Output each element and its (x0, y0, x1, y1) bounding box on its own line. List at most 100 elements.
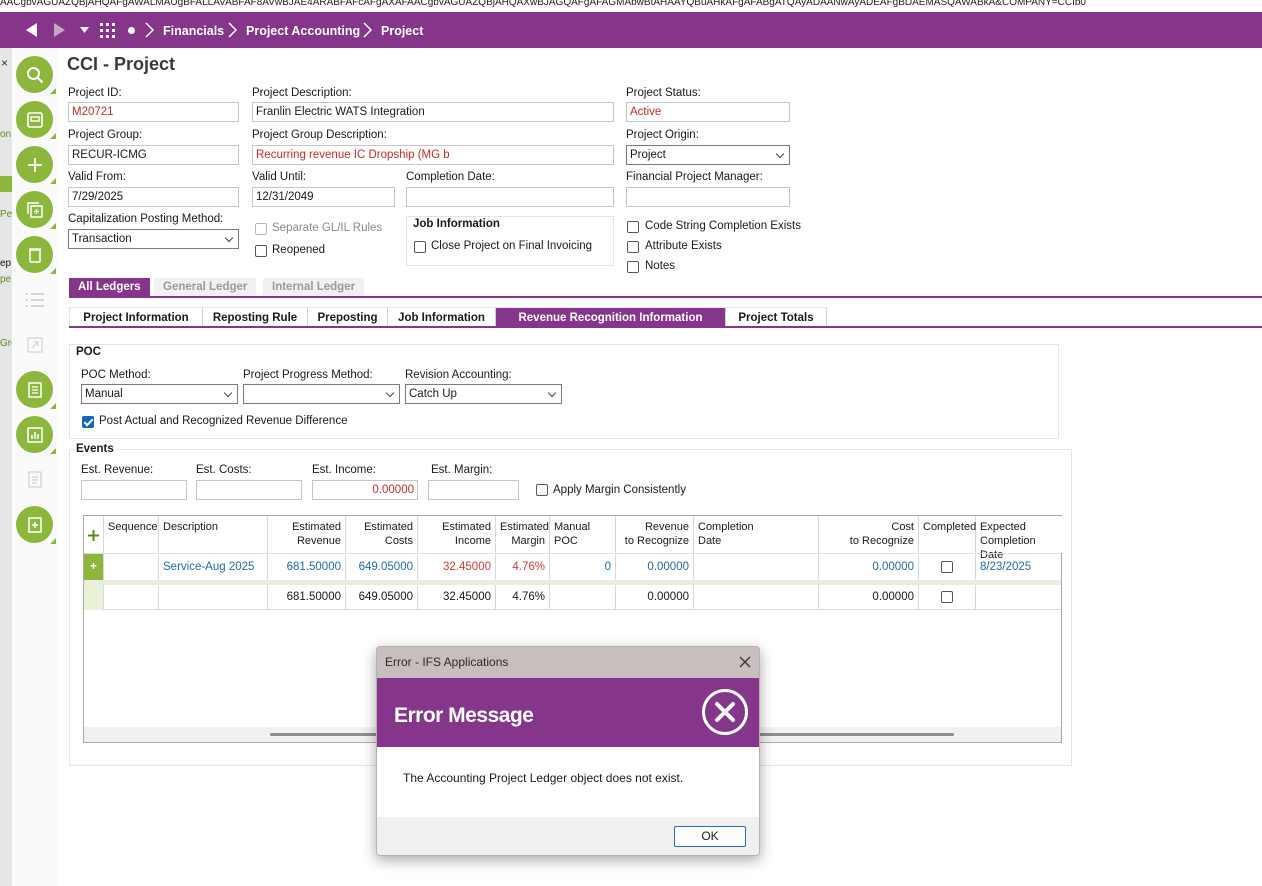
tab-internal-ledger[interactable]: Internal Ledger (263, 278, 365, 297)
list-button[interactable] (22, 287, 48, 313)
cell-completion-date[interactable] (694, 554, 819, 581)
completion-date-field[interactable] (406, 187, 614, 207)
code-string-completion-checkbox[interactable] (627, 221, 639, 233)
total-estimated-margin: 4.76% (496, 585, 550, 610)
close-on-final-invoicing-checkbox[interactable] (414, 241, 426, 253)
search-button[interactable] (16, 56, 56, 94)
new-button[interactable] (16, 146, 56, 184)
edit-document-button[interactable] (16, 506, 56, 544)
total-estimated-costs: 649.05000 (346, 585, 418, 610)
forward-arrow-icon (54, 23, 65, 37)
cell-estimated-costs[interactable]: 649.05000 (346, 554, 418, 581)
history-dropdown-button[interactable] (76, 12, 92, 48)
separate-gl-il-rules-checkbox[interactable] (255, 223, 267, 235)
column-header-completed[interactable]: Completed (919, 516, 976, 553)
notes-checkbox[interactable] (627, 261, 639, 273)
cell-expected-completion-date[interactable]: 8/23/2025 (976, 554, 1062, 581)
valid-until-field[interactable]: 12/31/2049 (252, 187, 395, 207)
document-edit-icon (27, 516, 42, 533)
project-group-description-field[interactable]: Recurring revenue IC Dropship (MG b (252, 145, 614, 165)
table-row[interactable]: + Service-Aug 2025 681.50000 649.05000 3… (84, 553, 1062, 581)
analysis-button[interactable] (16, 416, 56, 454)
est-revenue-field[interactable] (81, 480, 187, 500)
row-status-icon[interactable]: + (84, 554, 104, 581)
column-header-estimated-costs[interactable]: Estimated Costs (346, 516, 418, 553)
valid-from-field[interactable]: 7/29/2025 (68, 187, 239, 207)
chart-icon (26, 426, 43, 443)
project-description-field[interactable]: Franlin Electric WATS Integration (252, 102, 614, 122)
project-id-field[interactable]: M20721 (68, 102, 239, 122)
column-header-expected-completion-date[interactable]: Expected Completion Date (976, 516, 1062, 561)
financial-project-manager-field[interactable] (626, 187, 790, 207)
post-actual-revenue-difference-checkbox[interactable] (82, 416, 94, 428)
capitalization-method-select[interactable]: Transaction (68, 229, 239, 249)
breadcrumb-financials[interactable]: Financials (163, 12, 224, 48)
tab-preposting[interactable]: Preposting (308, 307, 388, 327)
column-header-estimated-revenue[interactable]: Estimated Revenue (268, 516, 346, 553)
cell-description[interactable]: Service-Aug 2025 (159, 554, 268, 581)
completed-checkbox[interactable] (941, 561, 953, 573)
poc-method-select[interactable]: Manual (81, 384, 238, 404)
delete-button[interactable] (16, 236, 56, 274)
apply-margin-consistently-checkbox[interactable] (536, 484, 548, 496)
tab-project-information[interactable]: Project Information (69, 307, 203, 327)
est-margin-field[interactable] (428, 480, 519, 500)
cell-sequence[interactable] (104, 554, 159, 581)
breadcrumb-project-accounting[interactable]: Project Accounting (246, 12, 360, 48)
cell-revenue-to-recognize[interactable]: 0.00000 (616, 554, 694, 581)
ok-button[interactable]: OK (674, 826, 746, 847)
close-icon[interactable]: × (1, 56, 8, 70)
column-header-manual-poc[interactable]: Manual POC (550, 516, 616, 553)
edge-marker (0, 176, 12, 192)
project-status-label: Project Status: (626, 87, 701, 99)
dialog-heading: Error Message (394, 704, 534, 727)
project-progress-method-select[interactable] (243, 384, 400, 404)
events-title: Events (76, 443, 118, 455)
column-header-estimated-margin[interactable]: Estimated Margin (496, 516, 550, 553)
project-group-label: Project Group: (68, 129, 143, 141)
revision-accounting-select[interactable]: Catch Up (405, 384, 562, 404)
chevron-right-icon (228, 22, 237, 38)
project-origin-select[interactable]: Project (626, 145, 790, 165)
cell-manual-poc[interactable]: 0 (550, 554, 616, 581)
details-button[interactable] (16, 371, 56, 409)
add-row-button[interactable] (84, 516, 104, 553)
back-button[interactable] (22, 12, 42, 48)
cell-cost-to-recognize[interactable]: 0.00000 (819, 554, 919, 581)
column-header-estimated-income[interactable]: Estimated Income (418, 516, 496, 553)
expand-icon (27, 337, 43, 353)
attachment-button[interactable] (22, 466, 48, 492)
expand-button[interactable] (22, 332, 48, 358)
column-header-cost-to-recognize[interactable]: Cost to Recognize (819, 516, 919, 553)
cell-estimated-income[interactable]: 32.45000 (418, 554, 496, 581)
project-status-field[interactable]: Active (626, 102, 790, 122)
column-header-completion-date[interactable]: Completion Date (694, 516, 819, 553)
est-costs-field[interactable] (196, 480, 302, 500)
column-header-description[interactable]: Description (159, 516, 268, 553)
column-header-sequence[interactable]: Sequence (104, 516, 159, 553)
form-icon (26, 111, 43, 128)
cell-estimated-revenue[interactable]: 681.50000 (268, 554, 346, 581)
dialog-close-button[interactable] (737, 654, 753, 670)
home-dot-button[interactable] (125, 12, 137, 48)
edge-text: ep (0, 258, 12, 269)
tab-project-totals[interactable]: Project Totals (726, 307, 827, 327)
cell-completed (919, 554, 976, 581)
overview-button[interactable] (16, 101, 56, 139)
forward-button[interactable] (49, 12, 69, 48)
navigator-button[interactable] (97, 12, 117, 48)
project-group-field[interactable]: RECUR-ICMG (68, 145, 239, 165)
tab-job-information[interactable]: Job Information (388, 307, 496, 327)
cell-estimated-margin[interactable]: 4.76% (496, 554, 550, 581)
column-header-revenue-to-recognize[interactable]: Revenue to Recognize (616, 516, 694, 553)
attribute-exists-checkbox[interactable] (627, 241, 639, 253)
tab-reposting-rule[interactable]: Reposting Rule (203, 307, 308, 327)
est-income-field[interactable]: 0.00000 (312, 480, 418, 500)
duplicate-button[interactable] (16, 191, 56, 229)
tab-revenue-recognition-information[interactable]: Revenue Recognition Information (496, 307, 726, 327)
completion-date-label: Completion Date: (406, 171, 495, 183)
tab-general-ledger[interactable]: General Ledger (154, 278, 257, 297)
tab-all-ledgers[interactable]: All Ledgers (69, 278, 150, 297)
breadcrumb-project[interactable]: Project (381, 12, 423, 48)
reopened-checkbox[interactable] (255, 245, 267, 257)
